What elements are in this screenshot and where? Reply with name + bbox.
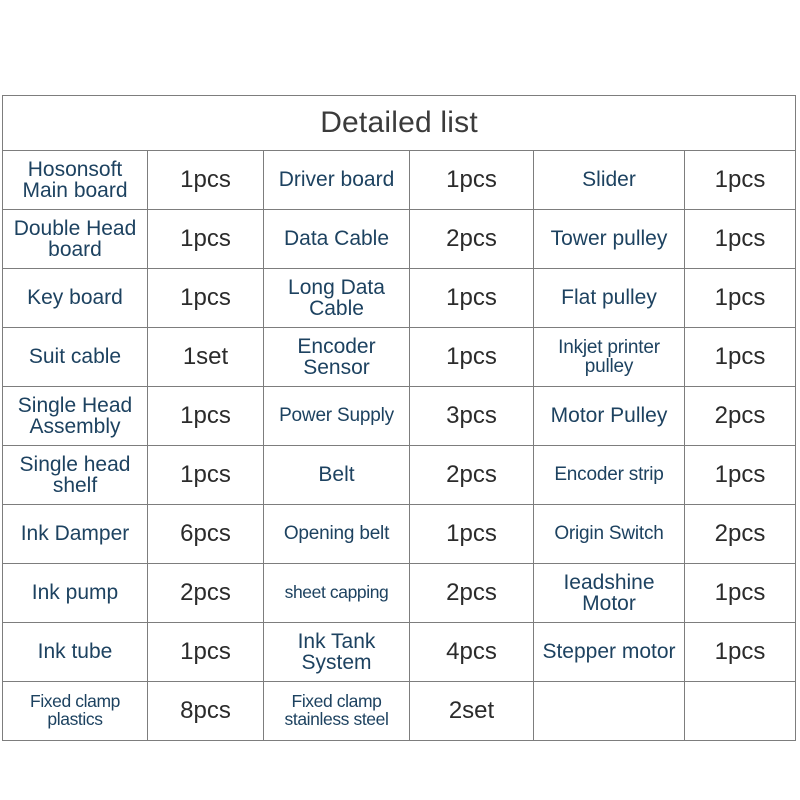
item-name: Slider (533, 150, 685, 210)
item-qty: 2pcs (409, 563, 534, 623)
item-name: Belt (263, 445, 410, 505)
table-row: Fixed clamp plastics 8pcs Fixed clamp st… (2, 681, 797, 741)
item-qty: 1set (147, 327, 264, 387)
item-qty: 2pcs (683, 504, 797, 564)
item-name: Key board (2, 268, 148, 328)
item-qty: 8pcs (147, 681, 264, 741)
item-name: Ink pump (2, 563, 148, 623)
item-qty: 2pcs (683, 386, 797, 446)
item-name: Stepper motor (533, 622, 685, 682)
item-qty: 1pcs (683, 445, 797, 505)
table-row: Ink Damper 6pcs Opening belt 1pcs Origin… (2, 504, 797, 564)
item-name: Ink tube (2, 622, 148, 682)
item-name: Ink Damper (2, 504, 148, 564)
item-qty: 1pcs (683, 622, 797, 682)
table-row: Hosonsoft Main board 1pcs Driver board 1… (2, 150, 797, 210)
item-name: Ink Tank System (263, 622, 410, 682)
item-qty: 1pcs (409, 327, 534, 387)
item-name: Encoder strip (533, 445, 685, 505)
item-qty: 1pcs (683, 327, 797, 387)
item-name: Hosonsoft Main board (2, 150, 148, 210)
table-row: Ink pump 2pcs sheet capping 2pcs Ieadshi… (2, 563, 797, 623)
item-name: Power Supply (263, 386, 410, 446)
item-qty: 1pcs (683, 209, 797, 269)
item-qty: 2pcs (147, 563, 264, 623)
item-name: Tower pulley (533, 209, 685, 269)
item-name: Fixed clamp stainless steel (263, 681, 410, 741)
item-name: Single head shelf (2, 445, 148, 505)
item-qty: 1pcs (147, 209, 264, 269)
item-name: Suit cable (2, 327, 148, 387)
item-qty-empty (683, 681, 797, 741)
item-qty: 1pcs (409, 150, 534, 210)
table-row: Ink tube 1pcs Ink Tank System 4pcs Stepp… (2, 622, 797, 682)
item-qty: 1pcs (683, 268, 797, 328)
item-name: Single Head Assembly (2, 386, 148, 446)
item-name: Origin Switch (533, 504, 685, 564)
item-qty: 1pcs (147, 386, 264, 446)
item-qty: 1pcs (409, 268, 534, 328)
item-name: Inkjet printer pulley (533, 327, 685, 387)
item-name: Driver board (263, 150, 410, 210)
item-name: Fixed clamp plastics (2, 681, 148, 741)
detailed-list-table: Detailed list Hosonsoft Main board 1pcs … (1, 95, 797, 741)
item-name: sheet capping (263, 563, 410, 623)
page-root: Detailed list Hosonsoft Main board 1pcs … (0, 0, 800, 800)
item-qty: 1pcs (409, 504, 534, 564)
item-qty: 6pcs (147, 504, 264, 564)
item-name: Double Head board (2, 209, 148, 269)
item-qty: 2pcs (409, 445, 534, 505)
item-qty: 1pcs (147, 622, 264, 682)
item-qty: 2set (409, 681, 534, 741)
item-qty: 4pcs (409, 622, 534, 682)
item-qty: 1pcs (147, 150, 264, 210)
item-qty: 1pcs (147, 268, 264, 328)
table-row: Suit cable 1set Encoder Sensor 1pcs Inkj… (2, 327, 797, 387)
item-qty: 1pcs (683, 563, 797, 623)
item-qty: 1pcs (683, 150, 797, 210)
table-title-row: Detailed list (1, 95, 797, 151)
item-qty: 3pcs (409, 386, 534, 446)
table-row: Single head shelf 1pcs Belt 2pcs Encoder… (2, 445, 797, 505)
item-name: Ieadshine Motor (533, 563, 685, 623)
item-qty: 1pcs (147, 445, 264, 505)
detailed-list-table-container: Detailed list Hosonsoft Main board 1pcs … (1, 95, 797, 741)
table-row: Single Head Assembly 1pcs Power Supply 3… (2, 386, 797, 446)
item-name: Encoder Sensor (263, 327, 410, 387)
item-name: Opening belt (263, 504, 410, 564)
item-qty: 2pcs (409, 209, 534, 269)
item-name: Flat pulley (533, 268, 685, 328)
table-title: Detailed list (1, 95, 797, 151)
item-name-empty (533, 681, 685, 741)
item-name: Motor Pulley (533, 386, 685, 446)
item-name: Long Data Cable (263, 268, 410, 328)
table-row: Double Head board 1pcs Data Cable 2pcs T… (2, 209, 797, 269)
item-name: Data Cable (263, 209, 410, 269)
table-row: Key board 1pcs Long Data Cable 1pcs Flat… (2, 268, 797, 328)
